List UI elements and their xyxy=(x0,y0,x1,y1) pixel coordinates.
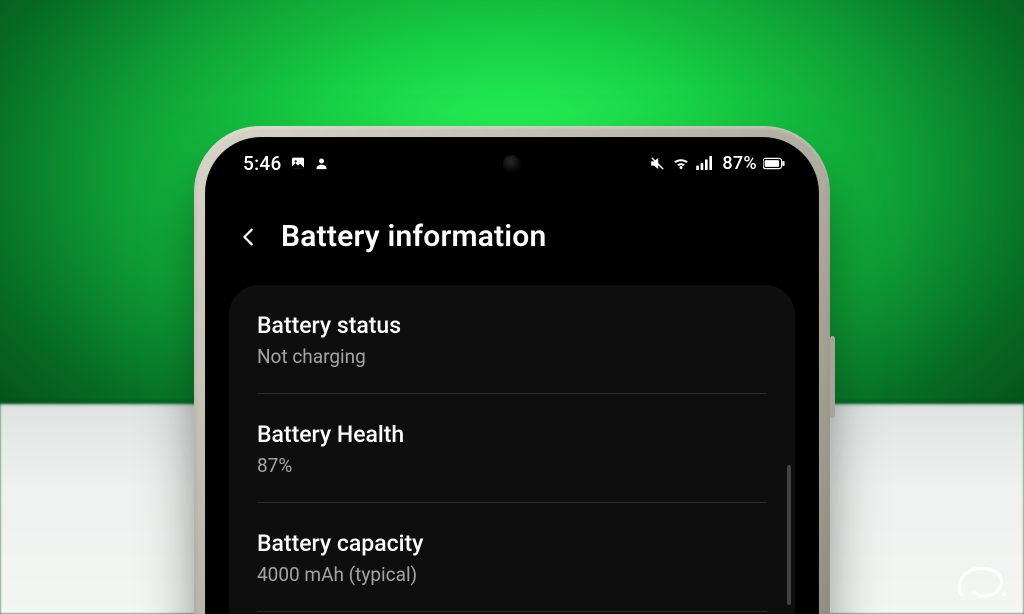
wifi-icon xyxy=(672,154,690,172)
battery-capacity-value: 4000 mAh (typical) xyxy=(257,563,767,586)
battery-health-value: 87% xyxy=(257,454,767,477)
back-button[interactable] xyxy=(235,223,263,251)
battery-status-label: Battery status xyxy=(257,312,767,339)
battery-status-value: Not charging xyxy=(257,345,767,368)
person-notification-icon xyxy=(314,156,329,171)
mute-icon xyxy=(649,155,666,172)
battery-icon xyxy=(763,157,785,170)
front-camera xyxy=(503,155,521,173)
battery-status-row[interactable]: Battery status Not charging xyxy=(257,285,767,394)
battery-percentage: 87% xyxy=(722,153,757,174)
clock: 5:46 xyxy=(243,152,282,175)
phone-frame: 5:46 xyxy=(194,126,830,614)
battery-capacity-label: Battery capacity xyxy=(257,530,767,557)
page-title: Battery information xyxy=(281,219,546,254)
battery-capacity-row[interactable]: Battery capacity 4000 mAh (typical) xyxy=(257,503,767,612)
status-right: 87% xyxy=(649,153,785,174)
chevron-left-icon xyxy=(238,226,260,248)
phone-screen: 5:46 xyxy=(205,137,819,614)
header-row: Battery information xyxy=(235,219,789,254)
photo-scene: 5:46 xyxy=(0,0,1024,614)
battery-health-row[interactable]: Battery Health 87% xyxy=(257,394,767,503)
site-watermark-logo xyxy=(950,554,1014,606)
battery-health-label: Battery Health xyxy=(257,421,767,448)
scrollbar-indicator[interactable] xyxy=(787,465,791,605)
status-left: 5:46 xyxy=(243,152,329,175)
cellular-signal-icon xyxy=(696,156,714,170)
image-notification-icon xyxy=(290,155,306,171)
settings-card: Battery status Not charging Battery Heal… xyxy=(229,285,795,614)
